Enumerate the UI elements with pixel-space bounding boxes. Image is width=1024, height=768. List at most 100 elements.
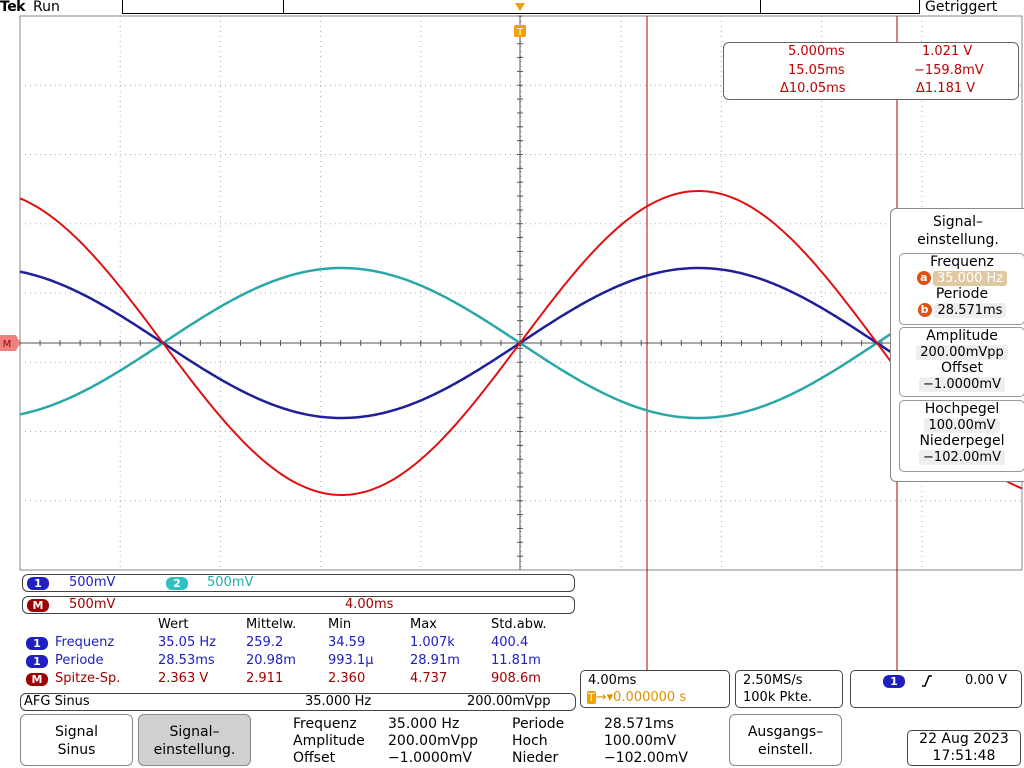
trigger-level: 0.00 V (965, 673, 1007, 688)
signal-type-button[interactable]: Signal Sinus (20, 714, 133, 766)
meas-source-badge: 1 (26, 655, 48, 668)
afg-frequency: 35.000 Hz (305, 694, 372, 709)
side-period-value: 28.571ms (933, 303, 1007, 318)
cursor-a-time: 5.000ms (788, 44, 845, 59)
meas-source-badge: M (26, 673, 48, 686)
info-amp-value: 200.00mVpp (388, 733, 478, 749)
meas-value: 400.4 (491, 635, 529, 650)
meas-header: Mittelw. (246, 617, 297, 632)
afg-status-bar: AFG Sinus 35.000 Hz 200.00mVpp (20, 693, 576, 711)
side-amplitude-offset-button[interactable]: Amplitude 200.00mVpp Offset −1.0000mV (899, 327, 1024, 397)
ch2-badge: 2 (166, 577, 188, 590)
side-menu-title: Signal– einstellung. (917, 214, 999, 248)
channel-scale-row[interactable]: 1 500mV 2 500mV (22, 574, 575, 592)
trigger-channel-badge: 1 (883, 675, 905, 688)
trigger-position: T→▾0.000000 s (587, 690, 687, 705)
meas-name: Frequenz (55, 635, 115, 650)
knob-a-icon: a (916, 271, 931, 285)
meas-header: Std.abw. (491, 617, 547, 632)
cursor-b-time: 15.05ms (788, 63, 845, 78)
info-high-value: 100.00mV (604, 733, 677, 749)
math-badge: M (27, 599, 49, 612)
side-amp-value: 200.00mVpp (916, 345, 1008, 360)
meas-value: 20.98m (246, 653, 296, 668)
math-timebase: 4.00ms (345, 597, 394, 612)
side-high-value: 100.00mV (924, 418, 1000, 433)
info-amp-label: Amplitude (293, 733, 365, 749)
meas-name: Periode (55, 653, 104, 668)
math-scale-row[interactable]: M 500mV 4.00ms (22, 596, 575, 614)
math-scale: 500mV (69, 597, 116, 612)
signal-settings-label2: einstellung. (153, 742, 236, 758)
cursor-a-value: 1.021 V (922, 44, 973, 59)
info-offset-value: −1.0000mV (388, 750, 472, 766)
knob-b-icon: b (917, 303, 932, 317)
output-settings-label2: einstell. (757, 742, 813, 758)
side-offset-value: −1.0000mV (919, 377, 1005, 392)
ch1-scale: 500mV (69, 575, 116, 590)
info-period-label: Periode (512, 716, 565, 732)
cursor-delta-value: Δ1.181 V (916, 81, 976, 96)
meas-header: Wert (158, 617, 189, 632)
meas-header: Min (328, 617, 352, 632)
time: 17:51:48 (932, 748, 996, 764)
ch1-badge: 1 (27, 577, 49, 590)
info-high-label: Hoch (512, 733, 548, 749)
side-high-low-button[interactable]: Hochpegel 100.00mV Niederpegel −102.00mV (899, 400, 1024, 472)
acquisition-box[interactable]: 2.50MS/s 100k Pkte. (735, 670, 843, 708)
sample-rate: 2.50MS/s (743, 673, 803, 688)
timebase-scale: 4.00ms (588, 673, 637, 688)
side-period-label: Periode (935, 286, 989, 302)
meas-value: 11.81m (491, 653, 541, 668)
info-low-label: Nieder (512, 750, 559, 766)
math-ground-marker: M (0, 335, 20, 351)
meas-value: 28.91m (410, 653, 460, 668)
signal-type-label: Signal (54, 724, 98, 740)
bottom-info-values-2: 28.571ms 100.00mV −102.00mV (604, 716, 688, 767)
meas-source-badge: 1 (26, 637, 48, 650)
signal-settings-button[interactable]: Signal– einstellung. (138, 714, 251, 766)
meas-value: 2.911 (246, 671, 284, 686)
info-freq-label: Frequenz (293, 716, 357, 732)
bottom-info-values-1: 35.000 Hz 200.00mVpp −1.0000mV (388, 716, 478, 767)
trigger-box[interactable]: 1 0.00 V (850, 670, 1022, 708)
rising-edge-icon (922, 675, 932, 687)
output-settings-label1: Ausgangs– (747, 724, 824, 740)
afg-amplitude: 200.00mVpp (467, 694, 551, 709)
output-settings-button[interactable]: Ausgangs– einstell. (729, 714, 842, 766)
meas-value: 908.6m (491, 671, 541, 686)
side-menu: Signal– einstellung. Frequenz a 35.000 Hz… (890, 208, 1024, 482)
afg-label: AFG Sinus (24, 694, 90, 709)
meas-value: 4.737 (410, 671, 448, 686)
trigger-marker-icon: T (587, 691, 596, 704)
measurement-table: Wert Mittelw. Min Max Std.abw. 1 Frequenz 35.05… (22, 616, 575, 690)
side-low-value: −102.00mV (919, 450, 1005, 465)
date: 22 Aug 2023 (919, 731, 1009, 747)
meas-value: 2.363 V (158, 671, 209, 686)
bottom-info-labels-1: Frequenz Amplitude Offset (293, 716, 365, 767)
math-ground-label: M (3, 339, 12, 350)
trigger-pos-label: T (516, 27, 524, 38)
record-length: 100k Pkte. (743, 690, 813, 705)
side-offset-label: Offset (940, 360, 984, 376)
cursor-readout: 5.000ms 1.021 V 15.05ms −159.8mV Δ10.05m… (723, 42, 1019, 100)
side-freq-value: 35.000 Hz (932, 271, 1008, 286)
signal-type-value: Sinus (57, 742, 96, 758)
meas-value: 993.1µ (328, 653, 374, 668)
meas-value: 259.2 (246, 635, 284, 650)
side-freq-period-button[interactable]: Frequenz a 35.000 Hz Periode b 28.571ms (899, 253, 1024, 325)
info-period-value: 28.571ms (604, 716, 674, 732)
meas-name: Spitze-Sp. (55, 671, 121, 686)
datetime-box: 22 Aug 2023 17:51:48 (907, 730, 1021, 766)
meas-value: 2.360 (328, 671, 366, 686)
meas-value: 35.05 Hz (158, 635, 216, 650)
signal-settings-label1: Signal– (169, 724, 220, 740)
bottom-info-labels-2: Periode Hoch Nieder (512, 716, 564, 767)
info-low-value: −102.00mV (604, 750, 688, 766)
side-freq-label: Frequenz (930, 254, 994, 270)
trigger-position-value: 0.000000 s (613, 690, 687, 705)
cursor-delta-time: Δ10.05ms (780, 81, 846, 96)
side-low-label: Niederpegel (919, 433, 1005, 449)
timebase-box[interactable]: 4.00ms T→▾0.000000 s (580, 670, 730, 708)
info-freq-value: 35.000 Hz (388, 716, 460, 732)
